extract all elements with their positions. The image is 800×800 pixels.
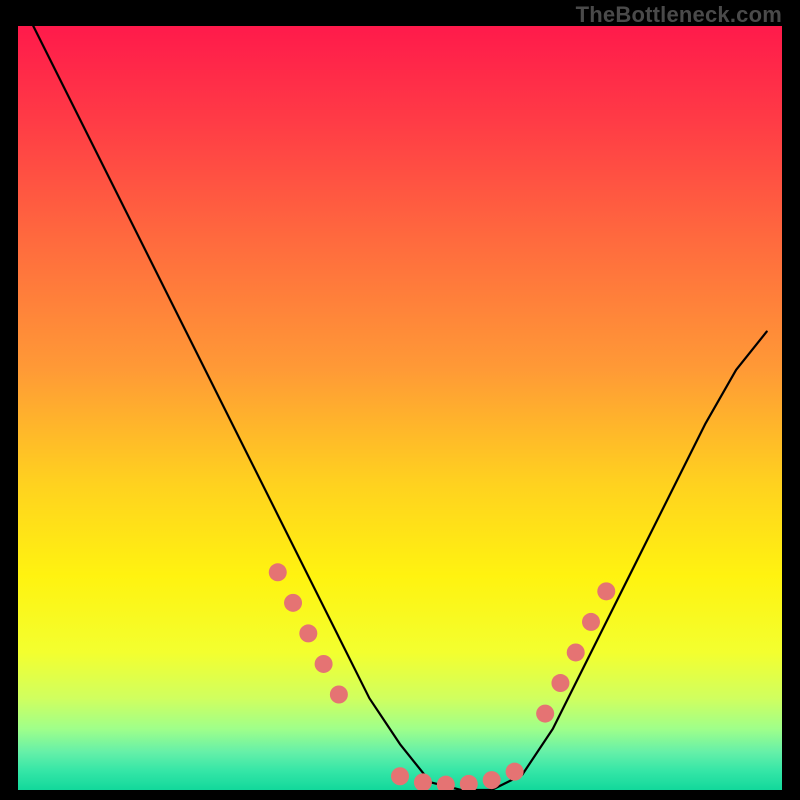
highlight-dot [506,763,524,781]
bottleneck-chart [18,26,782,790]
highlight-dot [582,613,600,631]
chart-frame [18,26,782,790]
highlight-dot [330,686,348,704]
highlight-dot [597,582,615,600]
gradient-background [18,26,782,790]
highlight-dot [536,705,554,723]
watermark-text: TheBottleneck.com [576,2,782,28]
highlight-dot [284,594,302,612]
highlight-dot [269,563,287,581]
highlight-dot [299,624,317,642]
highlight-dot [483,771,501,789]
highlight-dot [551,674,569,692]
highlight-dot [391,767,409,785]
highlight-dot [567,643,585,661]
highlight-dot [315,655,333,673]
